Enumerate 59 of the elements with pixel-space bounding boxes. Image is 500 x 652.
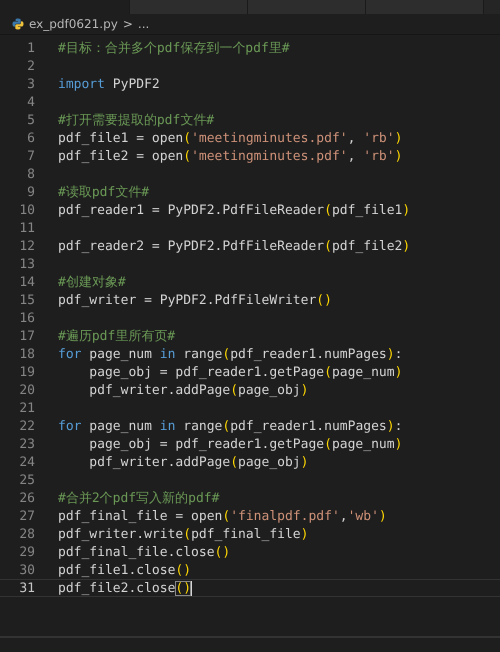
code-line: pdf_writer.addPage(page_obj): [88, 454, 308, 470]
code-line: pdf_writer = PyPDF2.PdfFileWriter(): [58, 292, 332, 308]
line-number: 11: [18, 220, 35, 236]
line-number: 13: [18, 256, 35, 272]
code-line: #创建对象#: [58, 274, 126, 291]
line-number: 19: [18, 364, 35, 380]
code-line: pdf_final_file = open('finalpdf.pdf','wb'): [58, 508, 387, 524]
line-number: 4: [26, 94, 35, 110]
line-number: 27: [18, 508, 35, 524]
code-line: pdf_final_file.close(): [58, 544, 230, 560]
code-line: pdf_writer.addPage(page_obj): [88, 382, 308, 398]
breadcrumb-file[interactable]: ex_pdf0621.py: [29, 17, 118, 31]
code-line: for page_num in range(pdf_reader1.numPages):: [58, 418, 402, 434]
code-line: pdf_file1 = open('meetingminutes.pdf', 'rb'): [58, 130, 402, 146]
code-line: pdf_reader1 = PyPDF2.PdfFileReader(pdf_file1): [58, 202, 410, 218]
python-file-icon: [12, 18, 24, 30]
line-number: 18: [18, 346, 35, 362]
line-number: 1: [26, 40, 35, 56]
code-line: #合并2个pdf写入新的pdf#: [58, 490, 220, 507]
line-number: 22: [18, 418, 35, 434]
line-number: 7: [26, 148, 35, 164]
line-number: 15: [18, 292, 35, 308]
line-number: 25: [18, 472, 35, 488]
line-number: 21: [18, 400, 35, 416]
code-line: #读取pdf文件#: [58, 184, 150, 201]
line-number: 10: [18, 202, 35, 218]
code-line: pdf_file2.close(): [58, 580, 192, 596]
line-number: 6: [26, 130, 35, 146]
code-line: #目标：合并多个pdf保存到一个pdf里#: [58, 40, 290, 57]
line-number: 8: [26, 166, 35, 182]
line-number: 14: [18, 274, 35, 290]
code-line: pdf_reader2 = PyPDF2.PdfFileReader(pdf_file2): [58, 238, 410, 254]
code-line: #打开需要提取的pdf文件#: [58, 112, 214, 129]
line-number: 5: [26, 112, 35, 128]
line-number: 16: [18, 310, 35, 326]
line-number: 2: [26, 58, 35, 74]
line-number: 30: [18, 562, 35, 578]
code-line: pdf_file1.close(): [58, 562, 192, 578]
text-cursor: [191, 580, 192, 596]
line-number: 28: [18, 526, 35, 542]
line-number: 20: [18, 382, 35, 398]
code-line: pdf_writer.write(pdf_final_file): [58, 526, 308, 542]
breadcrumb-more[interactable]: ...: [138, 17, 150, 31]
line-number: 31: [18, 580, 35, 596]
line-number: 12: [18, 238, 35, 254]
line-number: 23: [18, 436, 35, 452]
code-line: import PyPDF2: [58, 76, 160, 92]
line-number: 24: [18, 454, 35, 470]
line-number: 17: [18, 328, 35, 344]
line-number: 3: [26, 76, 35, 92]
code-line: page_obj = pdf_reader1.getPage(page_num): [88, 436, 402, 452]
line-number: 26: [18, 490, 35, 506]
code-line: #遍历pdf里所有页#: [58, 328, 176, 345]
line-number: 9: [26, 184, 35, 200]
code-line: pdf_file2 = open('meetingminutes.pdf', 'rb'): [58, 148, 402, 164]
code-line: page_obj = pdf_reader1.getPage(page_num): [88, 364, 402, 380]
line-number: 29: [18, 544, 35, 560]
breadcrumb-separator: >: [122, 17, 133, 31]
code-line: for page_num in range(pdf_reader1.numPages):: [58, 346, 402, 362]
